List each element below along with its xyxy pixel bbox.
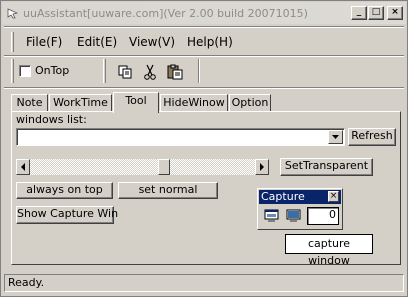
app-icon (7, 8, 19, 19)
paste-icon[interactable] (167, 64, 183, 80)
copy-icon[interactable] (117, 64, 133, 80)
refresh-button[interactable]: Refresh (348, 128, 396, 146)
tab-note[interactable]: Note (11, 94, 48, 111)
capture-count-field[interactable]: 0 (307, 207, 339, 225)
tab-option[interactable]: Option (229, 94, 271, 111)
capture-window[interactable]: Capture × 0 (257, 188, 343, 230)
toolbar: OnTop (11, 59, 399, 85)
show-capture-win-button[interactable]: Show Capture Win (16, 206, 118, 224)
status-text: Ready. (8, 276, 45, 289)
scroll-right-button[interactable] (255, 159, 269, 175)
capture-window-icon[interactable] (264, 209, 280, 223)
toolbar-separator (198, 59, 200, 83)
ontop-label[interactable]: OnTop (35, 64, 69, 77)
windows-list-label: windows list: (16, 113, 87, 126)
toolbar-grip[interactable] (103, 59, 106, 83)
dropdown-button[interactable] (328, 130, 343, 144)
windows-list-combo[interactable] (16, 128, 345, 146)
menu-help[interactable]: Help(H) (187, 35, 233, 49)
window-title: uuAssistant[uuware.com](Ver 2.00 build 2… (23, 7, 308, 20)
menu-view[interactable]: View(V) (129, 35, 175, 49)
scroll-thumb[interactable] (158, 159, 170, 175)
status-bar: Ready. (4, 274, 404, 292)
always-on-top-button[interactable]: always on top (16, 182, 113, 199)
chevron-down-icon (332, 135, 339, 139)
menu-edit[interactable]: Edit(E) (77, 35, 117, 49)
set-transparent-button[interactable]: SetTransparent (280, 158, 373, 176)
capture-title-bar[interactable]: Capture × (259, 190, 341, 204)
maximize-button[interactable]: □ (368, 6, 384, 20)
arrow-left-icon (21, 163, 25, 171)
capture-close-button[interactable]: × (328, 191, 339, 202)
cut-icon[interactable] (142, 64, 158, 80)
transparency-scrollbar[interactable] (16, 159, 269, 175)
menu-grip[interactable] (11, 32, 14, 52)
capture-screen-icon[interactable] (286, 209, 302, 223)
scroll-left-button[interactable] (16, 159, 30, 175)
toolbar-grip[interactable] (11, 59, 14, 83)
separator (4, 87, 404, 89)
separator (4, 26, 404, 28)
menu-bar: File(F) Edit(E) View(V) Help(H) (11, 31, 399, 53)
title-bar[interactable]: uuAssistant[uuware.com](Ver 2.00 build 2… (2, 2, 406, 24)
app-window: uuAssistant[uuware.com](Ver 2.00 build 2… (0, 0, 408, 297)
capture-title: Capture (261, 190, 305, 203)
tab-strip: Note WorkTime Tool HideWinow Option (11, 92, 399, 113)
arrow-right-icon (260, 163, 264, 171)
tab-worktime[interactable]: WorkTime (49, 94, 112, 111)
close-button[interactable]: × (387, 6, 403, 20)
tab-hidewinow[interactable]: HideWinow (160, 94, 228, 111)
set-normal-button[interactable]: set normal (118, 182, 218, 199)
menu-file[interactable]: File(F) (26, 35, 62, 49)
minimize-button[interactable]: _ (351, 6, 367, 20)
ontop-checkbox[interactable] (19, 65, 31, 77)
separator (4, 55, 404, 57)
capture-tooltip: capture window (285, 234, 373, 267)
tab-tool[interactable]: Tool (113, 92, 159, 113)
